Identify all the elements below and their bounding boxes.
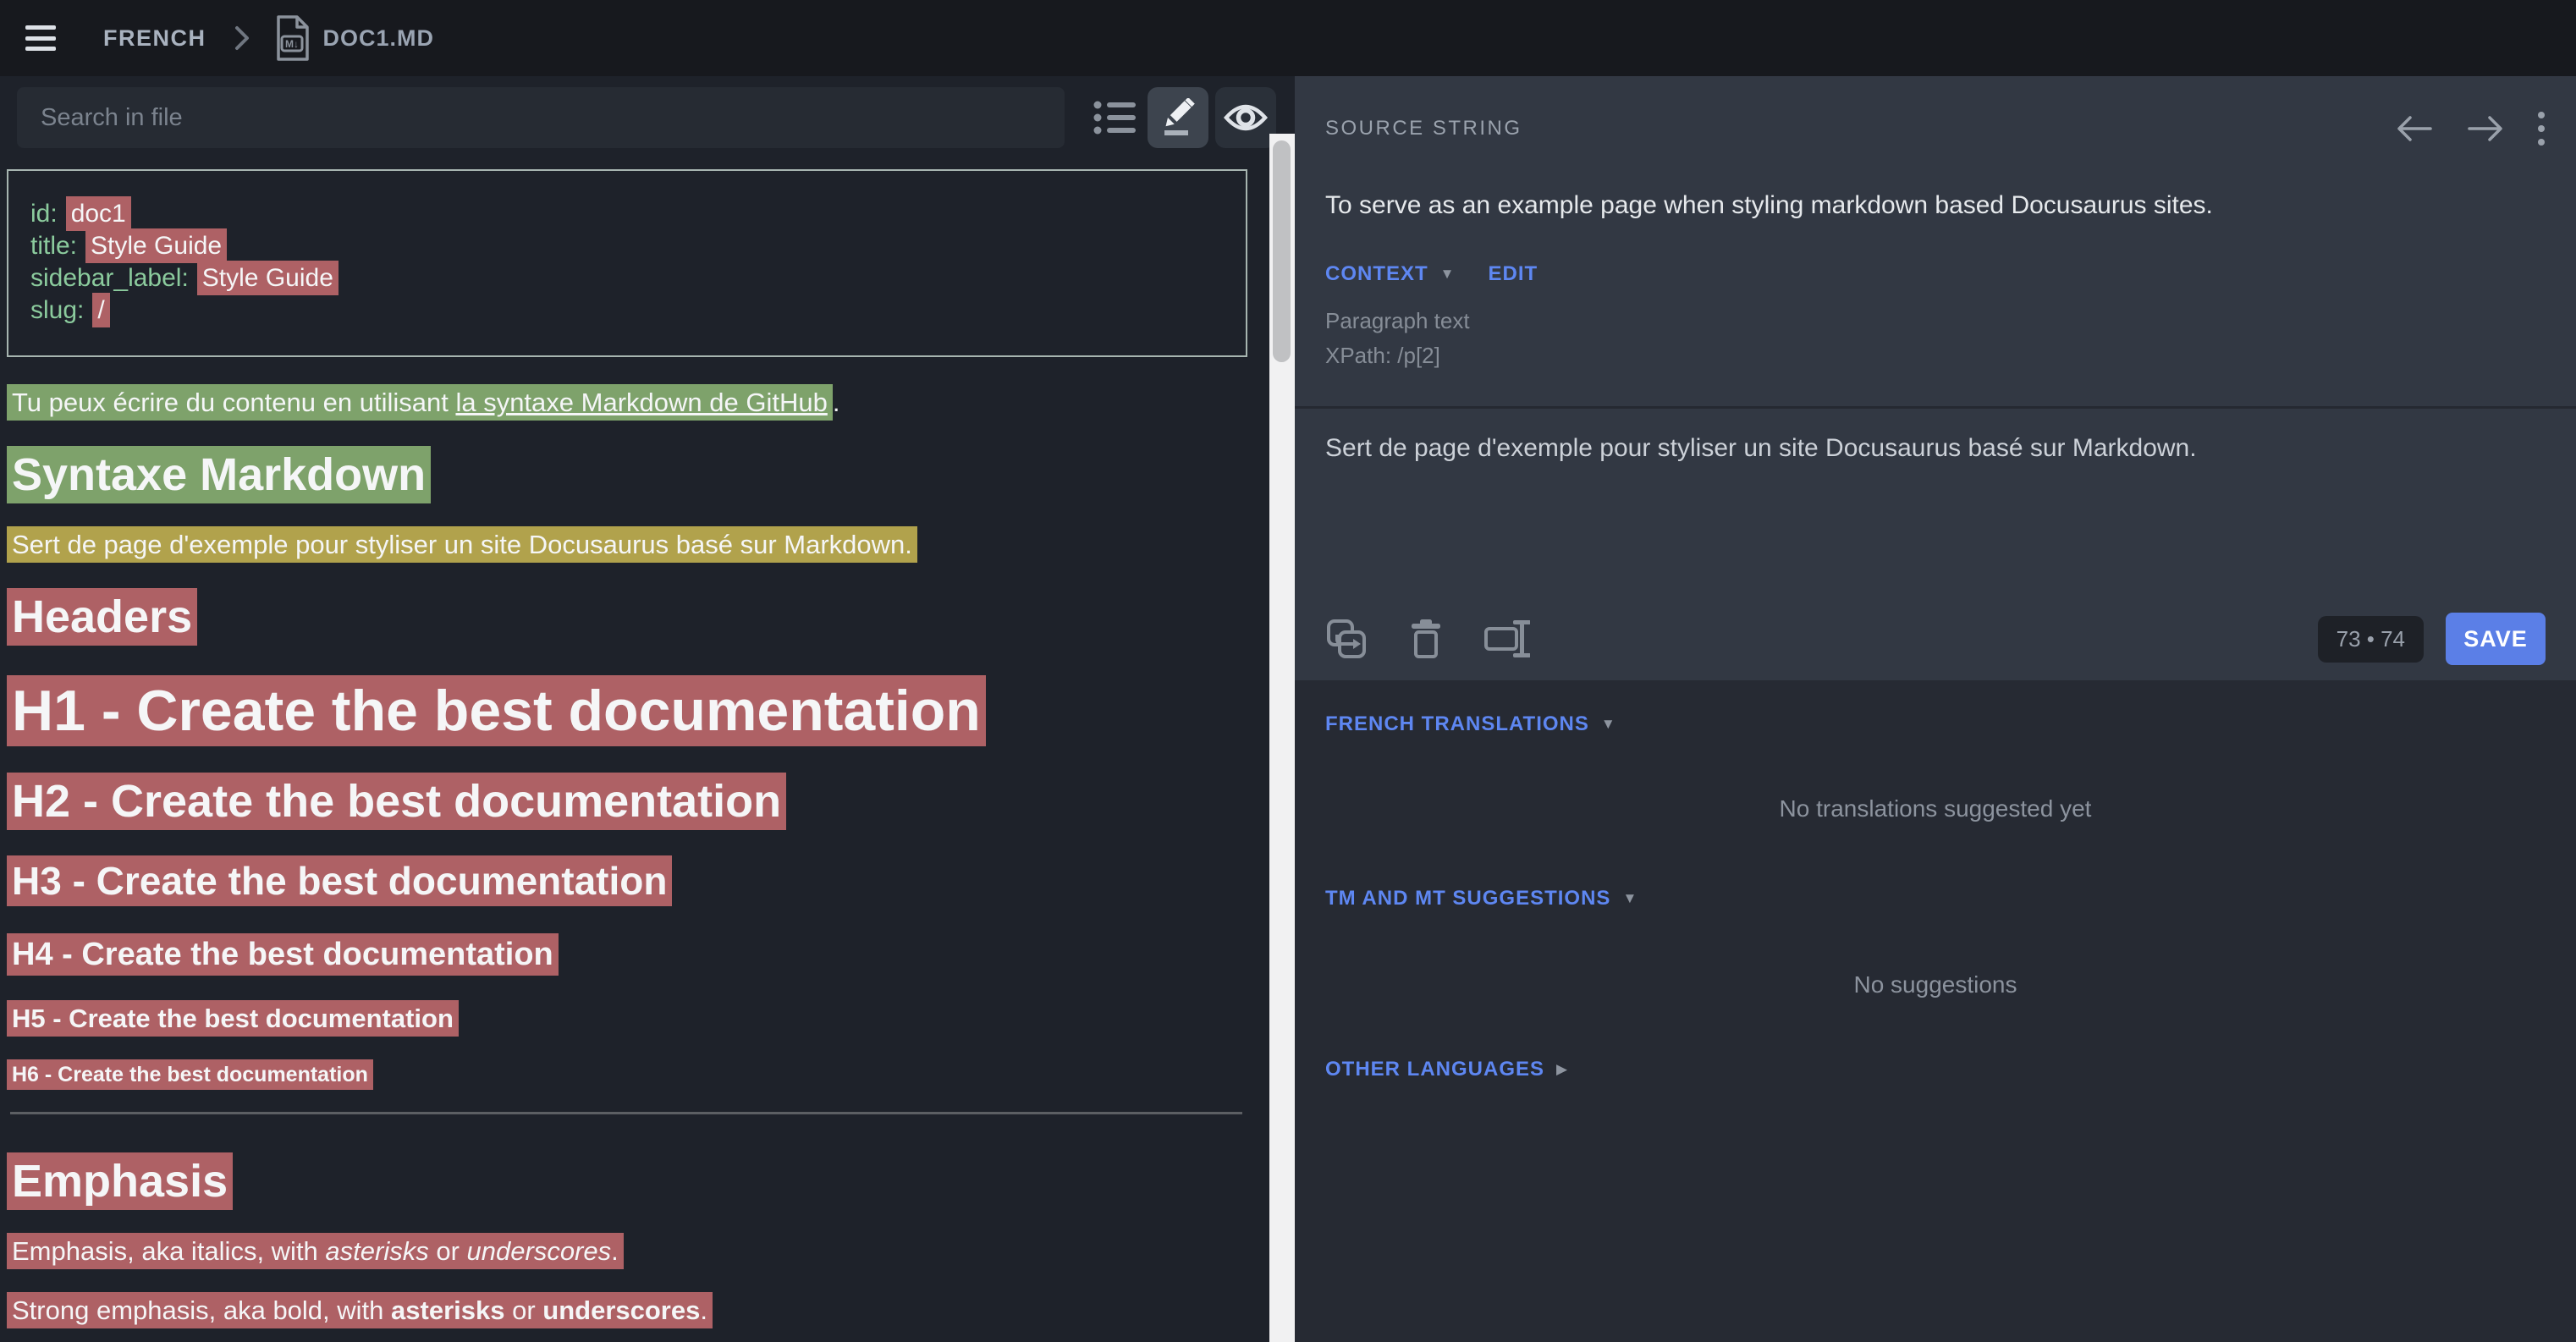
frontmatter-line: title:Style Guide bbox=[30, 230, 1220, 262]
translation-panel: SOURCE STRING To serve as an example pag… bbox=[1295, 76, 2576, 1342]
translation-toolbar: 73 • 74 SAVE bbox=[1325, 611, 2546, 667]
horizontal-rule bbox=[10, 1112, 1242, 1114]
string-highlight-translated[interactable]: Syntaxe Markdown bbox=[7, 446, 431, 503]
char-count-badge: 73 • 74 bbox=[2318, 616, 2424, 663]
save-button[interactable]: SAVE bbox=[2446, 613, 2546, 665]
scrollbar-thumb[interactable] bbox=[1273, 140, 1291, 362]
editor-divider bbox=[1295, 406, 2576, 409]
string-highlight[interactable]: H1 - Create the best documentation bbox=[7, 675, 986, 746]
string-highlight[interactable]: Strong emphasis, aka bold, with asterisk… bbox=[7, 1292, 713, 1328]
frontmatter-block: id:doc1 title:Style Guide sidebar_label:… bbox=[7, 169, 1247, 357]
heading-h5: H5 - Create the best documentation bbox=[7, 997, 1252, 1041]
string-highlight[interactable]: doc1 bbox=[66, 196, 131, 231]
trash-icon bbox=[1408, 619, 1444, 659]
string-highlight[interactable]: Emphasis, aka italics, with asterisks or… bbox=[7, 1233, 624, 1269]
paragraph-intro: Tu peux écrire du contenu en utilisant l… bbox=[7, 382, 1252, 423]
string-highlight[interactable]: H2 - Create the best documentation bbox=[7, 773, 786, 830]
copy-source-icon bbox=[1325, 618, 1368, 660]
paragraph-strong: Strong emphasis, aka bold, with asterisk… bbox=[7, 1290, 1252, 1331]
translation-textarea[interactable]: Sert de page d'exemple pour styliser un … bbox=[1325, 434, 2546, 586]
file-preview-panel: id:doc1 title:Style Guide sidebar_label:… bbox=[0, 76, 1269, 1342]
string-highlight[interactable]: Headers bbox=[7, 588, 197, 646]
highlight-mode-button[interactable] bbox=[1148, 87, 1208, 148]
delete-translation-button[interactable] bbox=[1408, 619, 1444, 659]
string-highlight[interactable]: H5 - Create the best documentation bbox=[7, 1000, 459, 1037]
chevron-down-icon: ▼ bbox=[1440, 266, 1455, 283]
suggestion-sections: FRENCH TRANSLATIONS ▼ No translations su… bbox=[1295, 680, 2576, 1081]
list-icon bbox=[1093, 99, 1137, 136]
hamburger-menu-icon[interactable] bbox=[25, 25, 56, 51]
string-highlight-selected[interactable]: Sert de page d'exemple pour styliser un … bbox=[7, 526, 917, 563]
arrow-right-icon bbox=[2466, 113, 2505, 144]
other-languages-label[interactable]: OTHER LANGUAGES bbox=[1325, 1058, 1544, 1081]
copy-source-button[interactable] bbox=[1325, 618, 1368, 660]
preview-toolbar bbox=[0, 87, 1269, 148]
translations-empty-text: No translations suggested yet bbox=[1325, 795, 2546, 822]
eye-icon bbox=[1224, 102, 1268, 133]
heading-h2: H2 - Create the best documentation bbox=[7, 768, 1252, 834]
markdown-syntax-link[interactable]: la syntaxe Markdown de GitHub bbox=[455, 388, 827, 417]
chevron-down-icon: ▼ bbox=[1601, 716, 1616, 733]
select-text-button[interactable] bbox=[1484, 619, 1530, 659]
breadcrumb-file-label: DOC1.MD bbox=[323, 25, 435, 52]
string-highlight-translated[interactable]: Tu peux écrire du contenu en utilisant l… bbox=[7, 384, 833, 421]
frontmatter-line: slug:/ bbox=[30, 294, 1220, 327]
chevron-right-collapsed-icon: ▶ bbox=[1556, 1061, 1567, 1078]
tm-mt-section-header[interactable]: TM AND MT SUGGESTIONS ▼ bbox=[1325, 887, 2546, 910]
heading-h1: H1 - Create the best documentation bbox=[7, 667, 1252, 755]
tm-empty-text: No suggestions bbox=[1325, 971, 2546, 998]
edit-context-button[interactable]: EDIT bbox=[1489, 262, 1538, 286]
string-highlight[interactable]: H4 - Create the best documentation bbox=[7, 933, 559, 976]
frontmatter-line: id:doc1 bbox=[30, 198, 1220, 230]
paragraph-emphasis: Emphasis, aka italics, with asterisks or… bbox=[7, 1231, 1252, 1272]
heading-h4: H4 - Create the best documentation bbox=[7, 929, 1252, 980]
chevron-down-icon: ▼ bbox=[1622, 890, 1637, 907]
preview-scrollbar[interactable] bbox=[1269, 134, 1295, 1342]
string-highlight[interactable]: Style Guide bbox=[197, 261, 339, 295]
kebab-menu-icon bbox=[2537, 110, 2546, 147]
previous-string-button[interactable] bbox=[2395, 113, 2434, 144]
preview-mode-button[interactable] bbox=[1215, 87, 1276, 148]
arrow-left-icon bbox=[2395, 113, 2434, 144]
context-row: CONTEXT ▼ EDIT bbox=[1325, 262, 2546, 286]
source-string-header: SOURCE STRING bbox=[1325, 76, 2546, 147]
context-xpath-text: XPath: /p[2] bbox=[1325, 343, 2546, 369]
chevron-right-icon bbox=[232, 24, 252, 52]
source-string-card: SOURCE STRING To serve as an example pag… bbox=[1295, 76, 2576, 680]
document-preview: id:doc1 title:Style Guide sidebar_label:… bbox=[0, 157, 1269, 1342]
search-input[interactable] bbox=[17, 87, 1065, 148]
heading-h3: H3 - Create the best documentation bbox=[7, 851, 1252, 910]
heading-headers: Headers bbox=[7, 584, 1252, 650]
next-string-button[interactable] bbox=[2466, 113, 2505, 144]
svg-text:M↓: M↓ bbox=[285, 38, 299, 50]
heading-syntax: Syntaxe Markdown bbox=[7, 442, 1252, 508]
breadcrumb-project[interactable]: FRENCH bbox=[103, 25, 206, 52]
other-languages-section-header[interactable]: OTHER LANGUAGES ▶ bbox=[1325, 1058, 2546, 1081]
string-highlight[interactable]: H3 - Create the best documentation bbox=[7, 855, 672, 906]
string-list-view-button[interactable] bbox=[1085, 87, 1146, 148]
select-text-icon bbox=[1484, 619, 1530, 659]
string-highlight[interactable]: H6 - Create the best documentation bbox=[7, 1059, 373, 1090]
heading-h6: H6 - Create the best documentation bbox=[7, 1056, 1252, 1093]
top-bar: FRENCH M↓ DOC1.MD bbox=[0, 0, 2576, 76]
tm-mt-label[interactable]: TM AND MT SUGGESTIONS bbox=[1325, 887, 1610, 910]
string-highlight[interactable]: Emphasis bbox=[7, 1152, 233, 1210]
french-translations-label[interactable]: FRENCH TRANSLATIONS bbox=[1325, 712, 1589, 736]
crowdin-editor-window: FRENCH M↓ DOC1.MD bbox=[0, 0, 2576, 1342]
markdown-file-icon: M↓ bbox=[274, 15, 310, 61]
more-options-button[interactable] bbox=[2537, 110, 2546, 147]
french-translations-section-header[interactable]: FRENCH TRANSLATIONS ▼ bbox=[1325, 712, 2546, 736]
frontmatter-line: sidebar_label:Style Guide bbox=[30, 262, 1220, 294]
source-string-text: To serve as an example page when styling… bbox=[1325, 191, 2546, 220]
string-highlight[interactable]: Style Guide bbox=[85, 228, 227, 263]
source-string-title: SOURCE STRING bbox=[1325, 117, 1522, 140]
paragraph-selected: Sert de page d'exemple pour styliser un … bbox=[7, 525, 1252, 565]
breadcrumb-file[interactable]: M↓ DOC1.MD bbox=[274, 15, 435, 61]
context-type-text: Paragraph text bbox=[1325, 308, 2546, 334]
context-toggle[interactable]: CONTEXT bbox=[1325, 262, 1428, 286]
heading-emphasis: Emphasis bbox=[7, 1148, 1252, 1214]
string-highlight[interactable]: / bbox=[92, 293, 109, 327]
pencil-icon bbox=[1159, 98, 1197, 137]
